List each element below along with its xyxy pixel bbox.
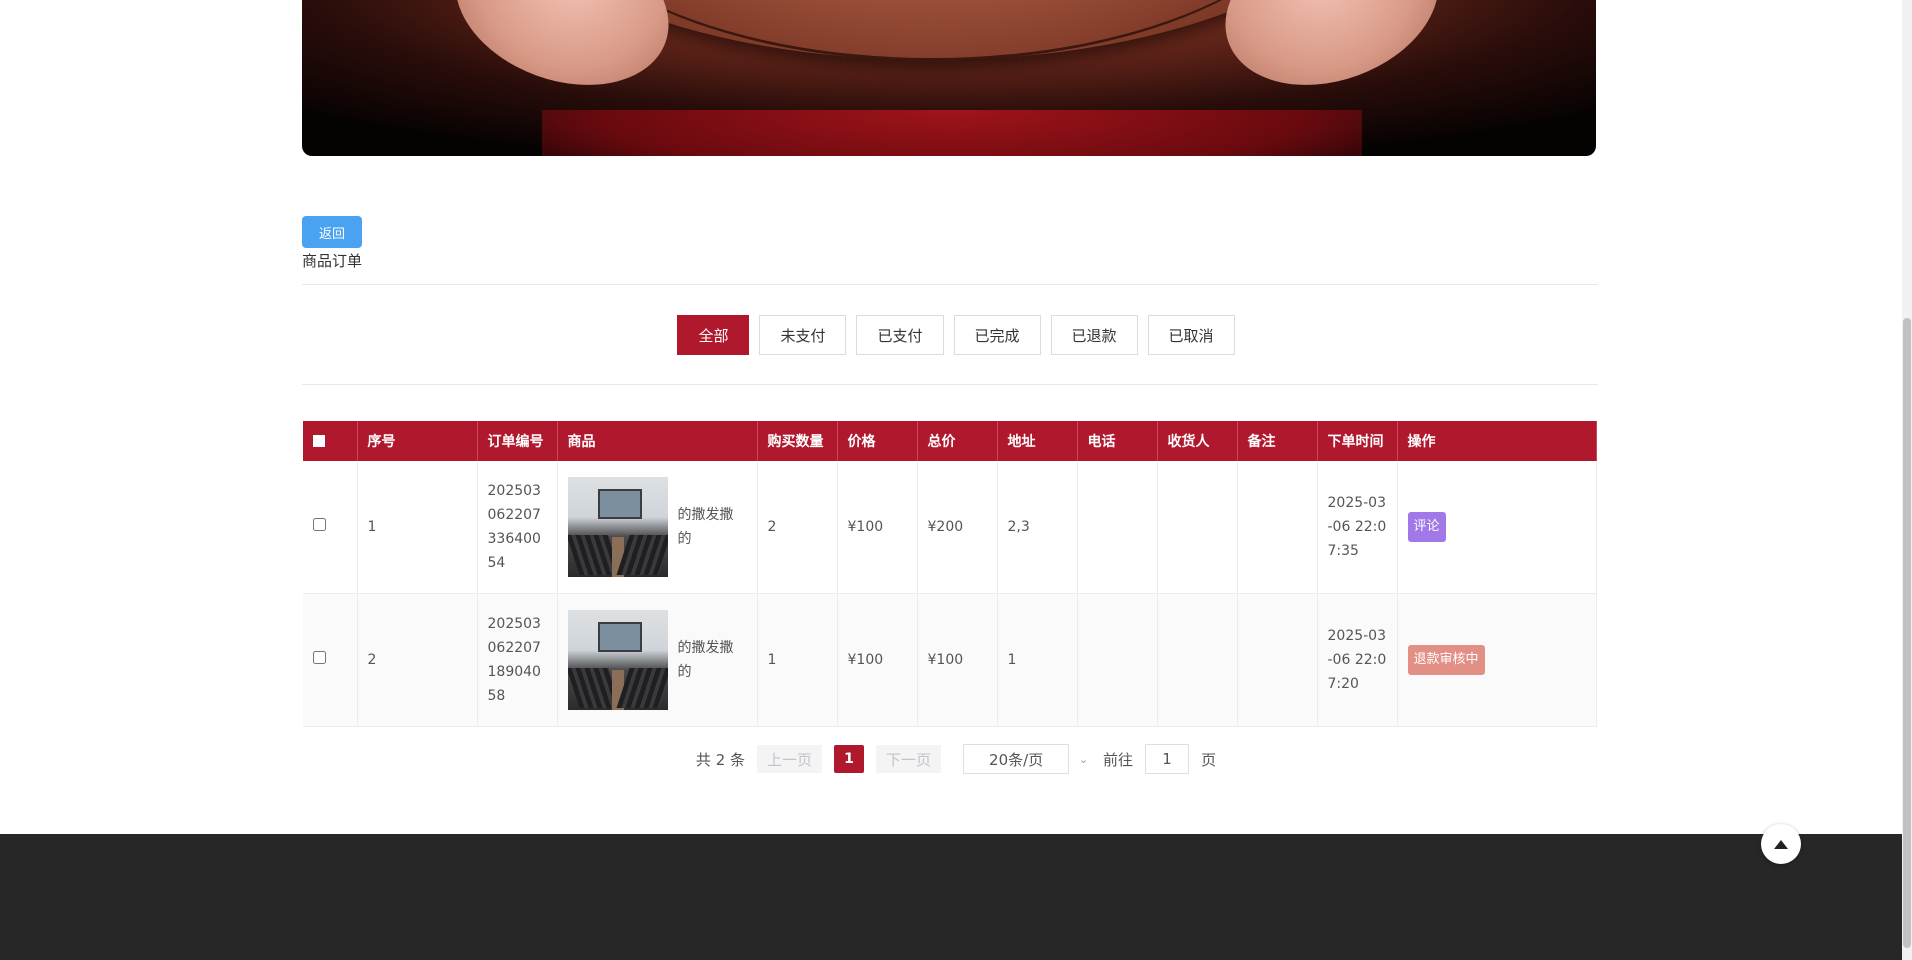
row-remark <box>1237 593 1318 727</box>
goto-page-input[interactable] <box>1145 744 1190 774</box>
banner-image <box>302 0 1596 156</box>
back-button[interactable]: 返回 <box>302 216 362 248</box>
tab-unpaid[interactable]: 未支付 <box>759 315 847 355</box>
row-phone <box>1077 593 1158 727</box>
row-action: 退款审核中 <box>1397 593 1597 727</box>
row-order-no: 20250306220718904058 <box>477 593 558 727</box>
back-to-top-button[interactable] <box>1761 824 1801 864</box>
header-price: 价格 <box>837 421 918 461</box>
row-index: 1 <box>357 461 478 594</box>
page-scrollbar-thumb[interactable] <box>1903 318 1911 948</box>
banner-right-hand <box>1202 0 1462 114</box>
header-order-no: 订单编号 <box>477 421 558 461</box>
row-remark <box>1237 461 1318 594</box>
page-size-select[interactable]: 20条/页 ⌄ <box>963 744 1088 774</box>
pagination: 共 2 条 上一页 1 下一页 20条/页 ⌄ 前往 页 <box>0 744 1912 774</box>
header-select-all[interactable] <box>303 421 358 461</box>
row-address: 2,3 <box>997 461 1078 594</box>
tab-all[interactable]: 全部 <box>677 315 750 355</box>
goto-label: 前往 <box>1103 750 1134 769</box>
row-price: ¥100 <box>837 593 918 727</box>
row-index: 2 <box>357 593 478 727</box>
row-goods: 的撒发撒的 <box>557 461 758 594</box>
triangle-up-icon <box>1774 839 1788 849</box>
pagination-total: 共 2 条 <box>695 750 746 769</box>
header-index: 序号 <box>357 421 478 461</box>
row-price: ¥100 <box>837 461 918 594</box>
row-quantity: 1 <box>757 593 838 727</box>
row-action: 评论 <box>1397 461 1597 594</box>
tab-paid[interactable]: 已支付 <box>856 315 944 355</box>
refund-status-badge[interactable]: 退款审核中 <box>1407 645 1485 675</box>
page-size-value: 20条/页 <box>989 750 1044 769</box>
row-order-no: 20250306220733640054 <box>477 461 558 594</box>
goods-name: 的撒发撒的 <box>677 507 734 547</box>
table-row: 2 20250306220718904058 的撒发撒的 1 ¥100 ¥100… <box>303 593 1597 727</box>
header-goods: 商品 <box>557 421 758 461</box>
page-suffix: 页 <box>1201 750 1217 769</box>
row-time: 2025-03-06 22:07:20 <box>1317 593 1398 727</box>
row-time: 2025-03-06 22:07:35 <box>1317 461 1398 594</box>
row-checkbox[interactable] <box>313 518 326 531</box>
row-receiver <box>1157 461 1238 594</box>
row-phone <box>1077 461 1158 594</box>
next-page-button[interactable]: 下一页 <box>876 745 942 773</box>
row-address: 1 <box>997 593 1078 727</box>
row-quantity: 2 <box>757 461 838 594</box>
header-action: 操作 <box>1397 421 1597 461</box>
review-button[interactable]: 评论 <box>1407 512 1446 542</box>
page-title: 商品订单 <box>302 252 363 270</box>
divider-top <box>302 284 1598 285</box>
row-checkbox[interactable] <box>313 651 326 664</box>
header-total: 总价 <box>917 421 998 461</box>
tab-cancelled[interactable]: 已取消 <box>1147 315 1235 355</box>
prev-page-button[interactable]: 上一页 <box>757 745 823 773</box>
row-goods: 的撒发撒的 <box>557 593 758 727</box>
goods-thumbnail[interactable] <box>567 477 668 577</box>
goods-name: 的撒发撒的 <box>677 640 734 680</box>
page-number-current[interactable]: 1 <box>834 745 865 773</box>
tab-completed[interactable]: 已完成 <box>953 315 1041 355</box>
header-remark: 备注 <box>1237 421 1318 461</box>
banner-shirt <box>542 110 1362 156</box>
table-row: 1 20250306220733640054 的撒发撒的 2 ¥100 ¥200… <box>303 461 1597 594</box>
header-quantity: 购买数量 <box>757 421 838 461</box>
site-footer <box>0 834 1902 960</box>
banner-left-hand <box>432 0 692 114</box>
row-total: ¥100 <box>917 593 998 727</box>
tab-refunded[interactable]: 已退款 <box>1050 315 1138 355</box>
order-status-tabs: 全部 未支付 已支付 已完成 已退款 已取消 <box>0 315 1912 355</box>
divider-bottom <box>302 384 1598 385</box>
select-all-checkbox[interactable] <box>313 435 325 447</box>
table-header-row: 序号 订单编号 商品 购买数量 价格 总价 地址 电话 收货人 备注 下单时间 … <box>303 421 1597 461</box>
orders-table: 序号 订单编号 商品 购买数量 价格 总价 地址 电话 收货人 备注 下单时间 … <box>303 421 1597 727</box>
header-phone: 电话 <box>1077 421 1158 461</box>
row-receiver <box>1157 593 1238 727</box>
header-time: 下单时间 <box>1317 421 1398 461</box>
header-receiver: 收货人 <box>1157 421 1238 461</box>
row-total: ¥200 <box>917 461 998 594</box>
chevron-down-icon: ⌄ <box>1078 753 1089 766</box>
goods-thumbnail[interactable] <box>567 610 668 710</box>
header-address: 地址 <box>997 421 1078 461</box>
